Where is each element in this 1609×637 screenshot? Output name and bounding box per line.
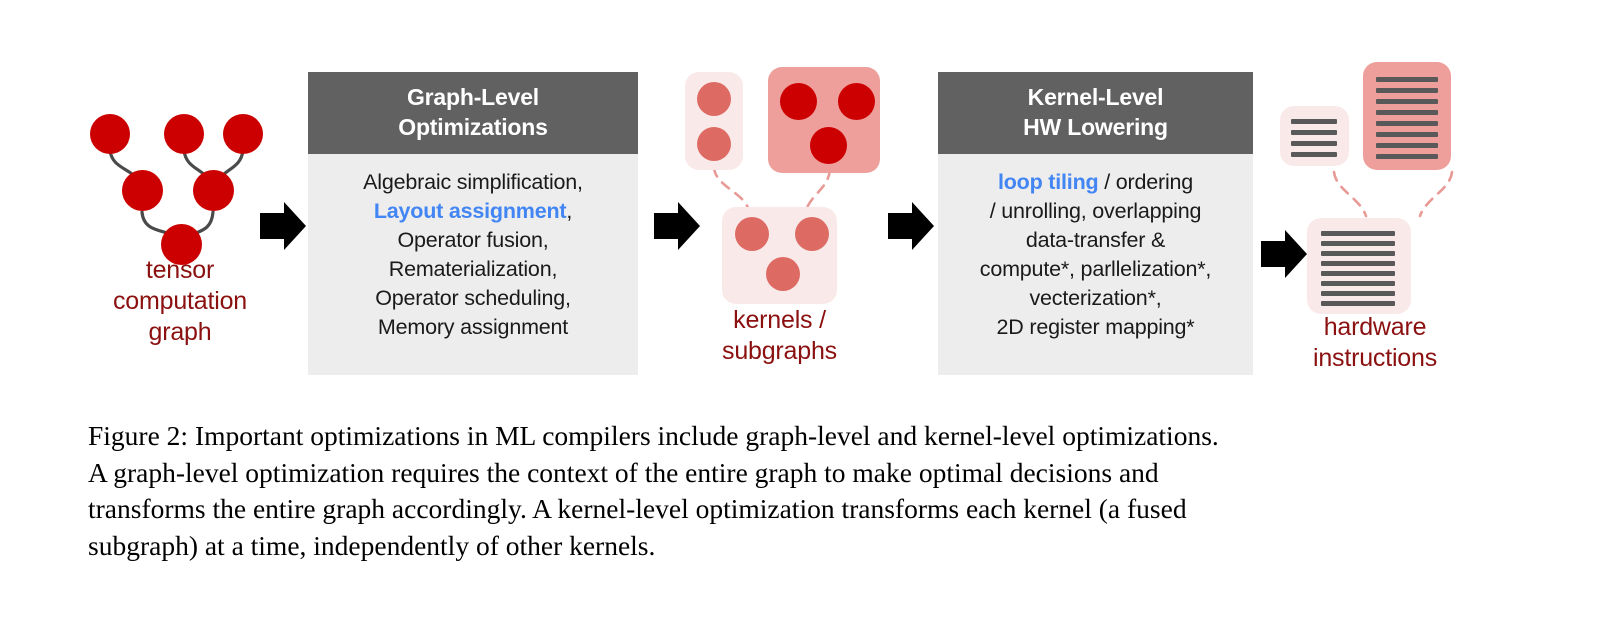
caption-line: A graph-level optimization requires the …	[88, 456, 1159, 488]
instruction-line	[1321, 301, 1395, 306]
figure-caption: Figure 2: Important optimizations in ML …	[88, 418, 1524, 564]
figure-2-root: tensor computation graph Graph-Level Opt…	[0, 0, 1609, 637]
tensor-graph-label-line: tensor	[145, 256, 215, 284]
panel-kernel-level-header-line: HW Lowering	[1023, 114, 1168, 140]
highlight-layout-assignment: Layout assignment	[373, 199, 567, 223]
caption-line: Figure 2: Important optimizations in ML …	[88, 420, 1219, 451]
tensor-graph-label-line: graph	[148, 318, 212, 346]
caption-line: subgraph) at a time, independently of ot…	[88, 529, 656, 561]
instruction-line	[1376, 99, 1438, 104]
kernels-label-line: subgraphs	[722, 337, 837, 365]
instruction-line	[1321, 291, 1395, 296]
tensor-graph-cluster	[80, 100, 280, 270]
panel-kernel-level-item: data-transfer &	[1025, 228, 1166, 252]
highlight-loop-tiling: loop tiling	[997, 170, 1099, 194]
panel-graph-level-body: Algebraic simplification, Layout assignm…	[308, 154, 638, 352]
hardware-instructions-cluster	[1280, 62, 1500, 314]
instruction-line	[1376, 77, 1438, 82]
panel-graph-level-item: Rematerialization,	[388, 257, 558, 281]
panel-kernel-level-item: vecterization*,	[1029, 286, 1162, 310]
panel-graph-level-header-line: Optimizations	[398, 114, 548, 140]
graph-node	[193, 170, 234, 211]
instruction-line	[1321, 241, 1395, 246]
kernel-node	[795, 217, 829, 251]
kernel-node	[735, 217, 769, 251]
tensor-graph-label-line: computation	[113, 287, 247, 315]
instruction-line	[1376, 143, 1438, 148]
graph-node	[122, 170, 163, 211]
instruction-line	[1321, 251, 1395, 256]
hardware-label-line: hardware	[1323, 313, 1427, 341]
kernels-cluster	[680, 65, 890, 305]
instruction-line	[1321, 231, 1395, 236]
caption-line: transforms the entire graph accordingly.…	[88, 493, 1187, 524]
panel-graph-level-header-line: Graph-Level	[406, 84, 539, 110]
instruction-card-bottom[interactable]	[1307, 218, 1411, 314]
panel-kernel-level-item: / unrolling, overlapping	[989, 199, 1202, 223]
kernel-node	[697, 82, 731, 116]
hardware-label-line: instructions	[1312, 344, 1438, 372]
kernel-node	[810, 127, 847, 164]
instruction-line	[1321, 271, 1395, 276]
instruction-card-small[interactable]	[1280, 106, 1349, 166]
graph-node	[223, 114, 263, 154]
kernels-label: kernels / subgraphs	[672, 305, 887, 367]
panel-graph-level-item: Algebraic simplification,	[363, 170, 583, 194]
panel-kernel-level-header: Kernel-Level HW Lowering	[938, 72, 1253, 154]
instruction-line	[1376, 154, 1438, 159]
panel-kernel-level-item: 2D register mapping*	[996, 315, 1195, 339]
panel-kernel-level-hw-lowering[interactable]: Kernel-Level HW Lowering loop tiling / o…	[938, 72, 1253, 375]
panel-graph-level-header: Graph-Level Optimizations	[308, 72, 638, 154]
graph-node	[90, 114, 130, 154]
panel-kernel-level-header-line: Kernel-Level	[1027, 84, 1164, 110]
instruction-card-highlighted[interactable]	[1363, 62, 1451, 170]
panel-graph-level-item: Operator scheduling,	[375, 286, 571, 310]
instruction-line	[1291, 152, 1337, 157]
instruction-line	[1291, 141, 1337, 146]
panel-kernel-level-item-highlighted: loop tiling / ordering	[997, 170, 1194, 194]
kernel-node	[697, 127, 731, 161]
instruction-line	[1321, 281, 1395, 286]
instruction-line	[1376, 132, 1438, 137]
instruction-line	[1376, 88, 1438, 93]
hardware-instructions-label: hardware instructions	[1270, 312, 1480, 374]
panel-kernel-level-item: compute*, parllelization*,	[979, 257, 1212, 281]
kernel-node	[766, 257, 800, 291]
instruction-line	[1321, 261, 1395, 266]
panel-graph-level-optimizations[interactable]: Graph-Level Optimizations Algebraic simp…	[308, 72, 638, 375]
panel-kernel-level-body: loop tiling / ordering / unrolling, over…	[938, 154, 1253, 352]
arrow-3	[888, 202, 934, 250]
instruction-line	[1291, 130, 1337, 135]
kernel-node	[780, 83, 817, 120]
kernel-node	[838, 83, 875, 120]
instruction-line	[1291, 119, 1337, 124]
instruction-line	[1376, 121, 1438, 126]
panel-graph-level-item: Memory assignment	[377, 315, 569, 339]
tensor-graph-label: tensor computation graph	[80, 255, 280, 348]
graph-node	[164, 114, 204, 154]
kernels-label-line: kernels /	[733, 306, 826, 334]
pipeline-diagram: tensor computation graph Graph-Level Opt…	[0, 0, 1609, 400]
instruction-line	[1376, 110, 1438, 115]
panel-graph-level-item: Operator fusion,	[397, 228, 549, 252]
panel-graph-level-item-highlighted: Layout assignment,	[373, 199, 573, 223]
